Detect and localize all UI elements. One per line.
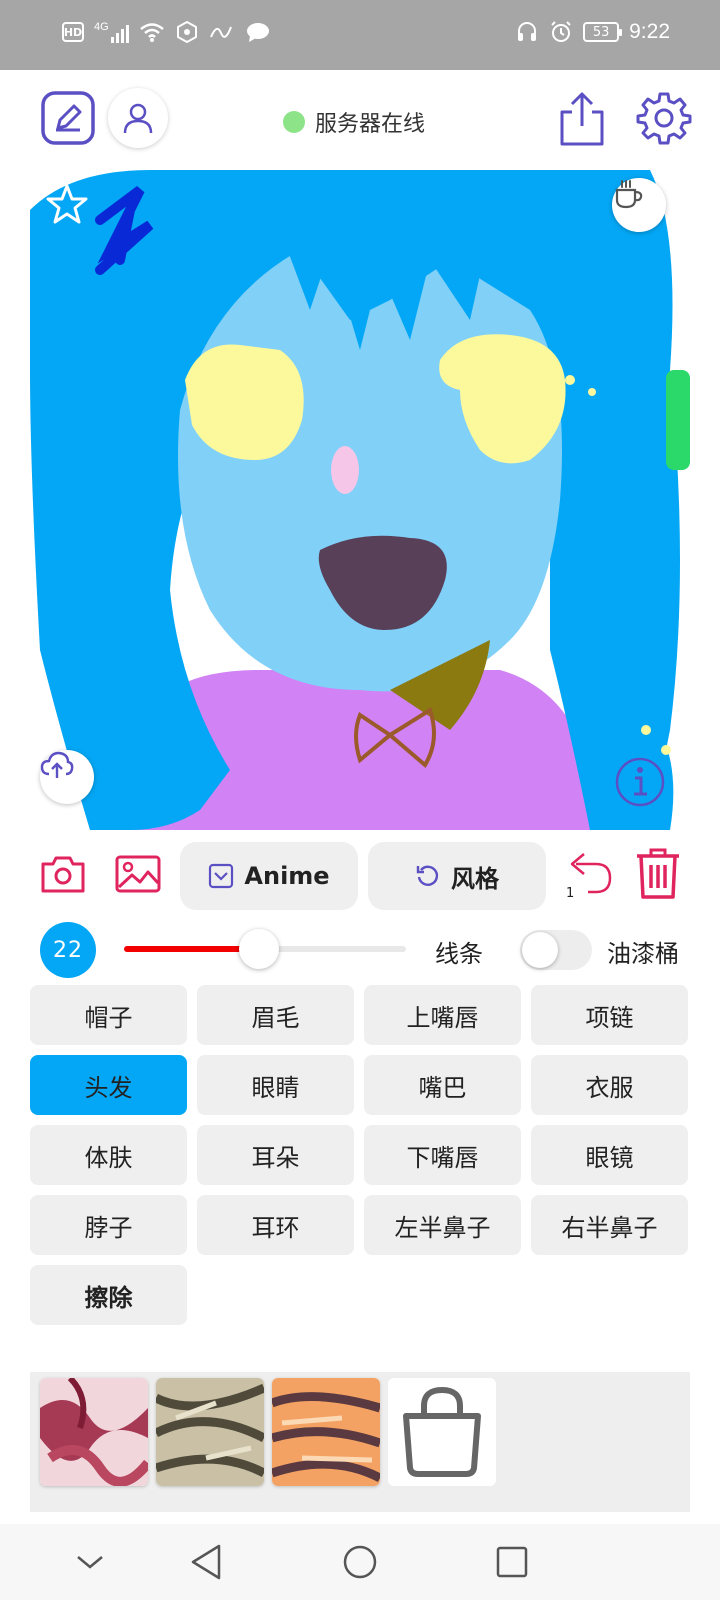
alarm-icon (551, 21, 571, 42)
chevron-down-icon (77, 1556, 103, 1569)
status-bar: HD 4G 53 9:22 (0, 0, 720, 70)
part-button[interactable]: 脖子 (30, 1195, 187, 1255)
hd-badge: HD (62, 22, 84, 42)
part-button[interactable]: 耳环 (197, 1195, 354, 1255)
camera-button[interactable] (40, 852, 86, 896)
model-select-label: Anime (244, 862, 330, 890)
trash-icon (637, 848, 679, 899)
share-button[interactable] (556, 90, 608, 148)
action-row: Anime 风格 1 (0, 840, 720, 910)
part-button[interactable]: 耳朵 (197, 1125, 354, 1185)
account-button[interactable] (108, 88, 168, 148)
part-button[interactable]: 上嘴唇 (364, 985, 521, 1045)
status-icons-left: HD 4G (62, 20, 271, 44)
part-button[interactable]: 衣服 (531, 1055, 688, 1115)
part-button[interactable]: 右半鼻子 (531, 1195, 688, 1255)
style-thumbnail[interactable] (40, 1378, 148, 1486)
part-button[interactable]: 眼镜 (531, 1125, 688, 1185)
system-navigation-bar (0, 1524, 720, 1600)
server-status-dot (283, 111, 305, 133)
brush-settings: 22 线条 油漆桶 (0, 920, 720, 980)
part-button[interactable]: 左半鼻子 (364, 1195, 521, 1255)
chat-bubble-icon (246, 23, 269, 42)
gear-icon (636, 92, 692, 145)
part-button[interactable]: 项链 (531, 985, 688, 1045)
part-button[interactable]: 嘴巴 (364, 1055, 521, 1115)
part-button[interactable]: 眼睛 (197, 1055, 354, 1115)
cloud-upload-icon (40, 751, 74, 778)
star-icon (46, 184, 88, 224)
app-notification-icon (176, 20, 197, 44)
back-triangle-icon (191, 1544, 221, 1580)
coffee-cup-icon (615, 180, 643, 209)
top-toolbar: 服务器在线 (0, 70, 720, 170)
part-button[interactable]: 眉毛 (197, 985, 354, 1045)
cellular-signal-icon: 4G (94, 21, 129, 43)
style-button-label: 风格 (451, 864, 499, 893)
part-selector-grid: 帽子 眉毛 上嘴唇 项链头发 眼睛 嘴巴 衣服体肤 耳朵 下嘴唇 眼镜脖子 耳环 左半鼻子 右半鼻子擦除 (30, 985, 690, 1325)
collapse-button[interactable] (70, 1542, 110, 1582)
dropdown-box-icon (209, 863, 234, 889)
style-thumbnail[interactable] (156, 1378, 264, 1486)
refresh-icon (416, 865, 439, 886)
part-button[interactable]: 头发 (30, 1055, 187, 1115)
lines-mode-label: 线条 (435, 940, 483, 968)
share-icon (560, 92, 604, 146)
settings-button[interactable] (636, 90, 692, 146)
brush-size-slider[interactable] (124, 929, 406, 969)
delete-button[interactable] (634, 846, 682, 900)
edit-button[interactable] (40, 90, 96, 146)
status-icons-right: 53 9:22 (515, 20, 670, 44)
brush-size-badge: 22 (40, 922, 96, 978)
paint-bucket-toggle-knob (522, 932, 558, 968)
shopping-bag-icon (403, 1386, 481, 1477)
server-status-label: 服务器在线 (315, 112, 426, 137)
style-button[interactable]: 风格 (368, 842, 546, 910)
paint-bucket-label: 油漆桶 (607, 940, 679, 968)
paint-bucket-toggle[interactable] (520, 930, 592, 970)
part-button[interactable]: 帽子 (30, 985, 187, 1045)
model-select-button[interactable]: Anime (180, 842, 358, 910)
upload-button[interactable] (40, 750, 94, 804)
server-status: 服务器在线 (283, 106, 425, 138)
edit-square-icon (41, 91, 95, 145)
style-thumbnail[interactable] (272, 1378, 380, 1486)
coffee-button[interactable] (612, 178, 666, 232)
home-circle-icon (343, 1545, 377, 1579)
part-button[interactable]: 体肤 (30, 1125, 187, 1185)
camera-icon (41, 856, 85, 893)
part-button[interactable]: 擦除 (30, 1265, 187, 1325)
back-button[interactable] (186, 1542, 226, 1582)
gallery-button[interactable] (114, 852, 162, 896)
image-icon (115, 855, 161, 893)
signature-icon (209, 26, 232, 38)
drawing-canvas[interactable] (30, 170, 690, 830)
user-icon (123, 103, 153, 134)
battery-indicator: 53 (583, 22, 623, 42)
recents-button[interactable] (492, 1542, 532, 1582)
wifi-icon (139, 23, 164, 42)
style-store-button[interactable] (388, 1378, 496, 1486)
home-button[interactable] (340, 1542, 380, 1582)
info-icon (615, 757, 665, 807)
style-tray (30, 1372, 690, 1512)
brush-size-slider-thumb[interactable] (239, 929, 280, 969)
headphones-icon (518, 22, 537, 41)
clock: 9:22 (629, 20, 670, 43)
recents-square-icon (496, 1546, 528, 1578)
part-button[interactable]: 下嘴唇 (364, 1125, 521, 1185)
drawing-artwork (30, 170, 690, 830)
undo-count: 1 (566, 886, 575, 901)
